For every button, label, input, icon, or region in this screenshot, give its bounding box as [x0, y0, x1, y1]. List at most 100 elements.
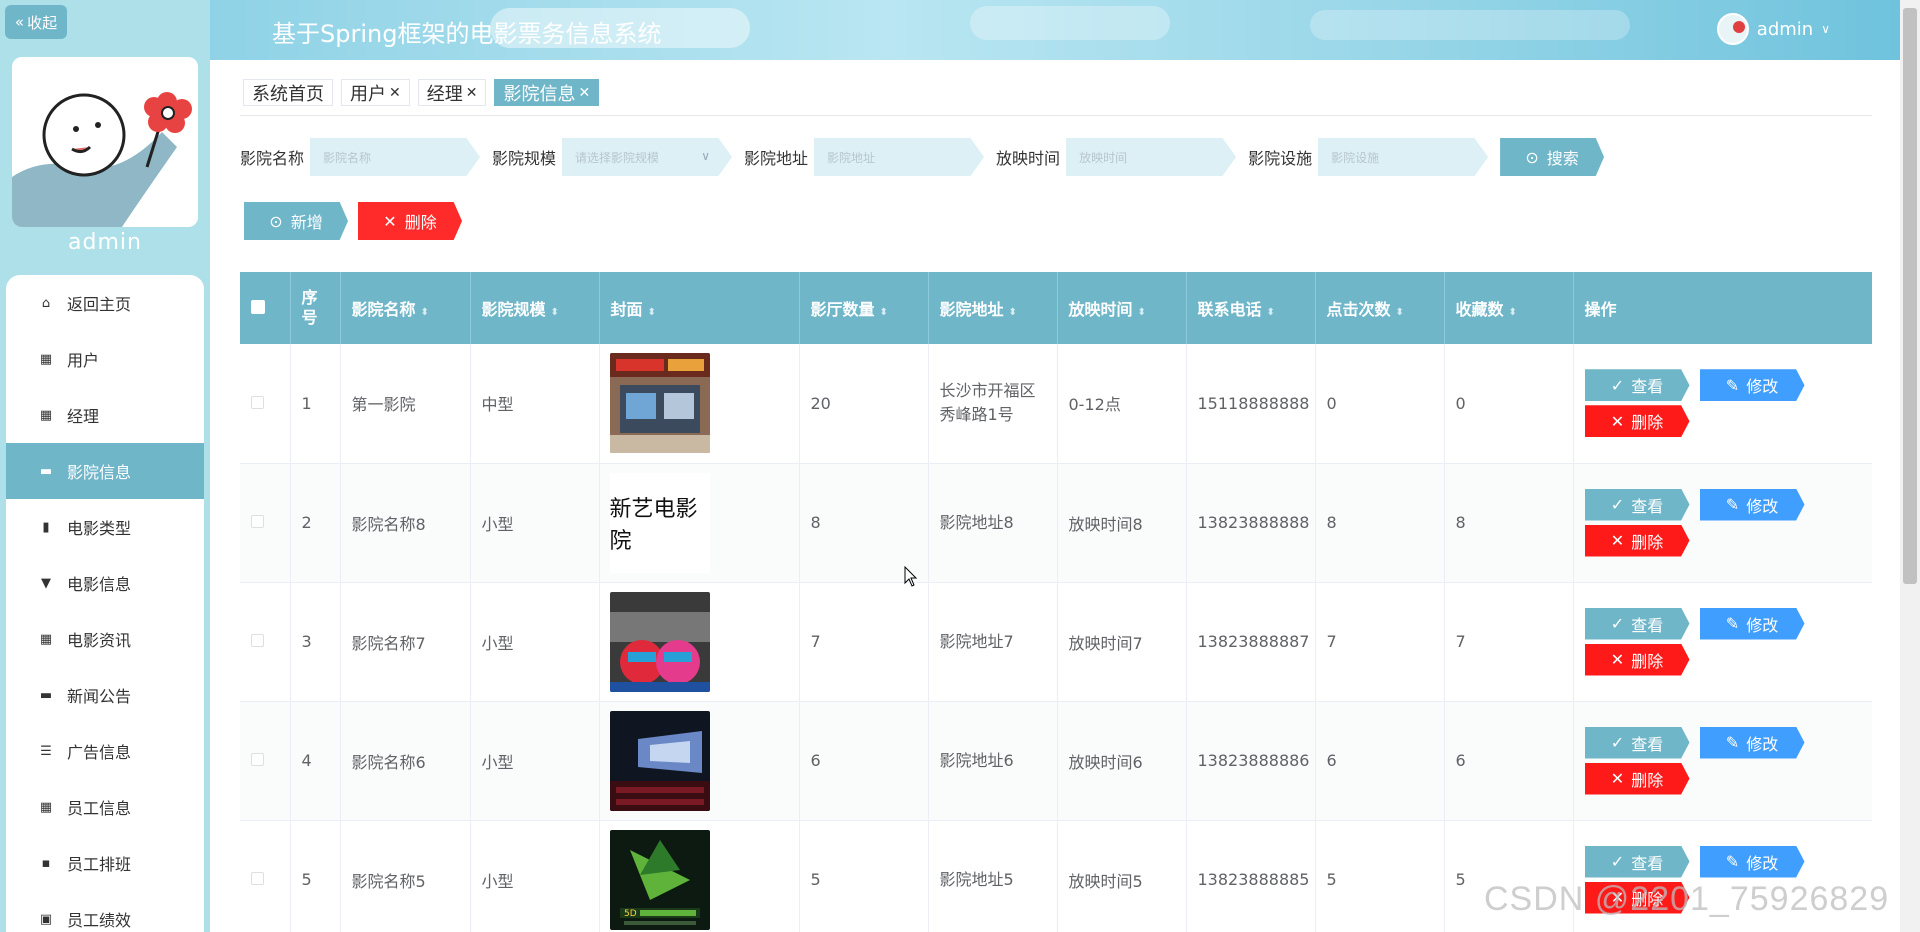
tab-label: 经理: [426, 83, 463, 105]
row-select-cell[interactable]: [240, 820, 291, 932]
sidebar-item-ads[interactable]: ☰ 广告信息: [6, 723, 204, 779]
row-select-cell[interactable]: [240, 582, 291, 701]
scrollbar-thumb[interactable]: [1903, 8, 1917, 584]
add-button-label: 新增: [290, 213, 323, 232]
edit-button[interactable]: ✎ 修改: [1699, 726, 1805, 759]
sidebar-item-movie-types[interactable]: ▮ 电影类型: [6, 499, 204, 555]
bulk-delete-label: 删除: [404, 213, 437, 232]
sort-icon[interactable]: ⬍: [551, 307, 559, 318]
header-label: 联系电话: [1197, 300, 1262, 319]
row-checkbox[interactable]: [251, 395, 264, 409]
delete-button[interactable]: ✕ 删除: [1584, 405, 1690, 438]
tab-managers[interactable]: 经理 ✕: [417, 79, 487, 106]
cinema-cover-image: 5D: [609, 829, 710, 930]
check-icon: ✓: [1610, 495, 1625, 514]
tab-home[interactable]: 系统首页: [243, 79, 333, 106]
cell-scale: 小型: [470, 701, 600, 820]
bulk-delete-button[interactable]: ✕ 删除: [358, 202, 462, 240]
cinema-scale-select[interactable]: 请选择影院规模 ∨: [562, 138, 733, 176]
col-header-cover[interactable]: 封面 ⬍: [599, 272, 800, 344]
header-label: 操作: [1584, 300, 1617, 319]
col-header-address[interactable]: 影院地址 ⬍: [928, 272, 1058, 344]
collapse-button[interactable]: « 收起: [5, 5, 67, 39]
edit-label: 修改: [1746, 853, 1779, 873]
row-select-cell[interactable]: [240, 344, 291, 463]
col-header-favorites[interactable]: 收藏数 ⬍: [1444, 272, 1574, 344]
sidebar-item-movie-news[interactable]: ▦ 电影资讯: [6, 611, 204, 667]
user-menu[interactable]: admin ∨: [1716, 13, 1830, 45]
sidebar-item-staff-performance[interactable]: ▣ 员工绩效: [6, 891, 204, 932]
col-header-name[interactable]: 影院名称 ⬍: [340, 272, 471, 344]
grid-icon: ▦: [39, 407, 53, 423]
row-checkbox[interactable]: [251, 515, 264, 528]
clipboard-icon: ▣: [39, 911, 53, 927]
close-icon[interactable]: ✕: [578, 85, 590, 101]
cell-clicks: 6: [1315, 701, 1445, 820]
search-button[interactable]: ⊙ 搜索: [1500, 138, 1605, 176]
sidebar-item-staff-info[interactable]: ▦ 员工信息: [6, 779, 204, 835]
close-icon[interactable]: ✕: [466, 85, 478, 101]
cell-index: 3: [290, 582, 341, 701]
view-label: 查看: [1631, 734, 1664, 754]
sidebar-item-movie-info[interactable]: ▼ 电影信息: [6, 555, 204, 611]
sidebar-item-label: 员工信息: [67, 799, 132, 818]
facility-input[interactable]: 影院设施: [1318, 138, 1489, 176]
col-header-clicks[interactable]: 点击次数 ⬍: [1315, 272, 1445, 344]
add-button[interactable]: ⊙ 新增: [244, 202, 348, 240]
view-button[interactable]: ✓ 查看: [1584, 488, 1690, 521]
cell-name: 影院名称7: [340, 582, 471, 701]
delete-button[interactable]: ✕ 删除: [1584, 524, 1690, 557]
cinema-address-input[interactable]: 影院地址: [814, 138, 985, 176]
sidebar-item-home[interactable]: ⌂ 返回主页: [6, 275, 204, 331]
sidebar-item-announcements[interactable]: ▬ 新闻公告: [6, 667, 204, 723]
sort-icon[interactable]: ⬍: [1396, 307, 1404, 318]
close-icon[interactable]: ✕: [389, 85, 401, 101]
cinema-name-input[interactable]: 影院名称: [310, 138, 481, 176]
tab-cinema-info[interactable]: 影院信息 ✕: [494, 79, 600, 106]
header-label: 影院规模: [481, 300, 546, 319]
select-all-checkbox[interactable]: [251, 299, 265, 314]
delete-button[interactable]: ✕ 删除: [1584, 762, 1690, 795]
edit-button[interactable]: ✎ 修改: [1699, 607, 1805, 640]
view-label: 查看: [1631, 615, 1664, 635]
sidebar-item-cinema-info[interactable]: ▬ 影院信息: [6, 443, 204, 499]
edit-button[interactable]: ✎ 修改: [1699, 488, 1805, 521]
edit-button[interactable]: ✎ 修改: [1699, 845, 1805, 878]
col-header-halls[interactable]: 影厅数量 ⬍: [799, 272, 929, 344]
cell-actions: ✓ 查看 ✎ 修改 ✕ 删除: [1573, 344, 1872, 463]
row-checkbox[interactable]: [251, 634, 264, 647]
sort-icon[interactable]: ⬍: [421, 307, 429, 318]
sort-icon[interactable]: ⬍: [1267, 307, 1275, 318]
cinema-cover-image: [609, 591, 710, 692]
col-header-phone[interactable]: 联系电话 ⬍: [1186, 272, 1316, 344]
edit-button[interactable]: ✎ 修改: [1699, 369, 1805, 402]
view-button[interactable]: ✓ 查看: [1584, 726, 1690, 759]
select-all-cell[interactable]: [240, 272, 291, 344]
view-button[interactable]: ✓ 查看: [1584, 845, 1690, 878]
sort-icon[interactable]: ⬍: [648, 307, 656, 318]
sidebar-item-users[interactable]: ▦ 用户: [6, 331, 204, 387]
row-checkbox[interactable]: [251, 753, 264, 766]
cell-favorites: 6: [1444, 701, 1574, 820]
row-select-cell[interactable]: [240, 463, 291, 582]
tab-users[interactable]: 用户 ✕: [341, 79, 410, 106]
search-form: 影院名称 影院名称 影院规模 请选择影院规模 ∨ 影院地址 影院地址 放映时间 放…: [240, 138, 1605, 176]
delete-button[interactable]: ✕ 删除: [1584, 643, 1690, 676]
showtime-input[interactable]: 放映时间: [1066, 138, 1237, 176]
table-row: 3 影院名称7 小型 7 影院地址7 放映时间7 13823888887 7 7 ✓ 查看 ✎ 修改 ✕ 删…: [240, 582, 1872, 701]
sort-icon[interactable]: ⬍: [880, 307, 888, 318]
edit-label: 修改: [1746, 377, 1779, 397]
sidebar-item-managers[interactable]: ▦ 经理: [6, 387, 204, 443]
col-header-showtime[interactable]: 放映时间 ⬍: [1057, 272, 1187, 344]
row-select-cell[interactable]: [240, 701, 291, 820]
row-checkbox[interactable]: [251, 872, 264, 885]
header-cloud: [970, 6, 1170, 40]
col-header-scale[interactable]: 影院规模 ⬍: [470, 272, 600, 344]
page-scrollbar[interactable]: [1900, 0, 1920, 932]
sort-icon[interactable]: ⬍: [1009, 307, 1017, 318]
sidebar-item-staff-schedule[interactable]: ▪ 员工排班: [6, 835, 204, 891]
view-button[interactable]: ✓ 查看: [1584, 369, 1690, 402]
view-button[interactable]: ✓ 查看: [1584, 607, 1690, 640]
sort-icon[interactable]: ⬍: [1509, 307, 1517, 318]
sort-icon[interactable]: ⬍: [1138, 307, 1146, 318]
